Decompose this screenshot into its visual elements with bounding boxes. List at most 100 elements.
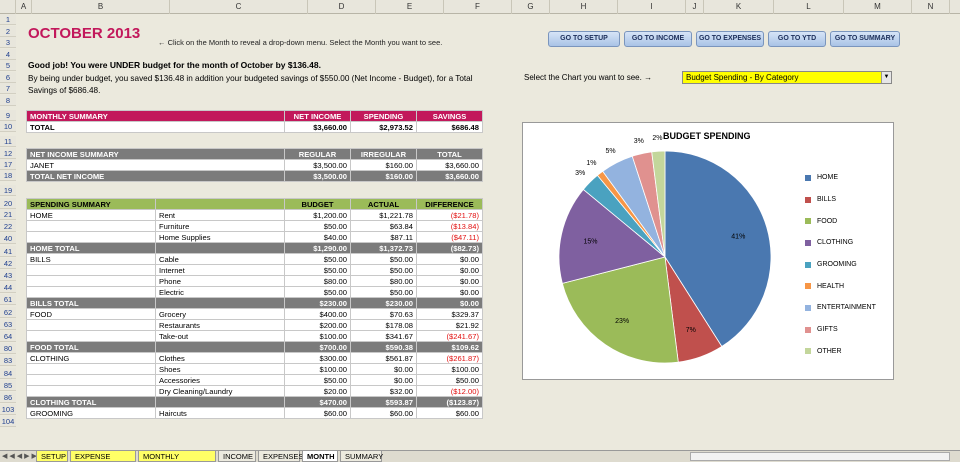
column-header-a[interactable]: A: [16, 0, 32, 14]
budget-cell[interactable]: $40.00: [284, 231, 351, 243]
budget-cell[interactable]: $200.00: [284, 319, 351, 331]
budget-cell[interactable]: $50.00: [284, 253, 351, 265]
actual-cell[interactable]: $50.00: [350, 286, 417, 298]
actual-cell[interactable]: $32.00: [350, 385, 417, 397]
actual-cell[interactable]: $1,372.73: [350, 242, 417, 254]
row-header-61[interactable]: 61: [0, 294, 16, 306]
row-header-86[interactable]: 86: [0, 392, 16, 403]
row-header-19[interactable]: 19: [0, 185, 16, 196]
item-cell[interactable]: Haircuts: [155, 407, 285, 419]
item-cell[interactable]: Accessories: [155, 374, 285, 386]
legend-item-food[interactable]: FOOD: [805, 210, 876, 232]
budget-cell[interactable]: $50.00: [284, 220, 351, 232]
row-header-64[interactable]: 64: [0, 331, 16, 342]
row-header-4[interactable]: 4: [0, 48, 16, 60]
column-header-h[interactable]: H: [550, 0, 618, 14]
go-to-expenses-button[interactable]: GO TO EXPENSES: [696, 31, 764, 47]
row-header-104[interactable]: 104: [0, 416, 16, 428]
column-header-n[interactable]: N: [912, 0, 950, 14]
item-cell[interactable]: Rent: [155, 209, 285, 221]
budget-cell[interactable]: $700.00: [284, 341, 351, 353]
item-cell[interactable]: Dry Cleaning/Laundry: [155, 385, 285, 397]
category-cell[interactable]: FOOD: [26, 308, 156, 320]
category-cell[interactable]: [26, 319, 156, 331]
sheet-tab-monthly-budgets[interactable]: MONTHLY BUDGETS: [138, 451, 216, 462]
actual-cell[interactable]: $593.87: [350, 396, 417, 408]
row-header-6[interactable]: 6: [0, 71, 16, 83]
category-cell[interactable]: [26, 330, 156, 342]
item-cell[interactable]: Cable: [155, 253, 285, 265]
actual-cell[interactable]: $230.00: [350, 297, 417, 309]
column-header-k[interactable]: K: [704, 0, 774, 14]
row-header-11[interactable]: 11: [0, 136, 16, 147]
sheet-tab-setup[interactable]: SETUP: [36, 451, 68, 462]
category-cell[interactable]: [26, 374, 156, 386]
row-header-44[interactable]: 44: [0, 282, 16, 294]
select-all-corner[interactable]: [0, 0, 16, 14]
sheet-tab-summary[interactable]: SUMMARY: [340, 451, 383, 462]
row-header-9[interactable]: 9: [0, 110, 16, 121]
difference-cell[interactable]: ($47.11): [416, 231, 483, 243]
item-cell[interactable]: Internet: [155, 264, 285, 276]
row-header-17[interactable]: 17: [0, 159, 16, 170]
row-header-62[interactable]: 62: [0, 306, 16, 318]
budget-cell[interactable]: $300.00: [284, 352, 351, 364]
difference-cell[interactable]: $50.00: [416, 374, 483, 386]
actual-cell[interactable]: $341.67: [350, 330, 417, 342]
budget-cell[interactable]: $1,200.00: [284, 209, 351, 221]
row-header-103[interactable]: 103: [0, 404, 16, 416]
row-header-3[interactable]: 3: [0, 37, 16, 48]
budget-cell[interactable]: $100.00: [284, 363, 351, 375]
page-title[interactable]: OCTOBER 2013: [28, 25, 140, 42]
budget-cell[interactable]: $50.00: [284, 264, 351, 276]
category-cell[interactable]: HOME: [26, 209, 156, 221]
category-cell[interactable]: [26, 220, 156, 232]
actual-cell[interactable]: $561.87: [350, 352, 417, 364]
budget-cell[interactable]: $20.00: [284, 385, 351, 397]
budget-cell[interactable]: $50.00: [284, 374, 351, 386]
item-cell[interactable]: Take-out: [155, 330, 285, 342]
actual-cell[interactable]: $0.00: [350, 374, 417, 386]
category-cell[interactable]: [26, 231, 156, 243]
actual-cell[interactable]: $50.00: [350, 264, 417, 276]
sheet-tab-month[interactable]: MONTH: [302, 451, 338, 462]
difference-cell[interactable]: ($13.84): [416, 220, 483, 232]
actual-cell[interactable]: $0.00: [350, 363, 417, 375]
legend-item-gifts[interactable]: GIFTS: [805, 319, 876, 341]
row-header-2[interactable]: 2: [0, 25, 16, 37]
row-header-21[interactable]: 21: [0, 209, 16, 220]
go-to-income-button[interactable]: GO TO INCOME: [624, 31, 692, 47]
item-cell[interactable]: Shoes: [155, 363, 285, 375]
row-header-7[interactable]: 7: [0, 83, 16, 94]
item-cell[interactable]: Home Supplies: [155, 231, 285, 243]
sheet-tab-expense-setup[interactable]: EXPENSE SETUP: [70, 451, 136, 462]
difference-cell[interactable]: ($123.87): [416, 396, 483, 408]
difference-cell[interactable]: $109.62: [416, 341, 483, 353]
item-cell[interactable]: Electric: [155, 286, 285, 298]
item-cell[interactable]: [155, 341, 285, 353]
item-cell[interactable]: [155, 297, 285, 309]
tab-scroll-arrows-icon[interactable]: ◀◀◀▶▶: [2, 452, 39, 460]
go-to-summary-button[interactable]: GO TO SUMMARY: [830, 31, 900, 47]
column-header-f[interactable]: F: [444, 0, 512, 14]
budget-cell[interactable]: $100.00: [284, 330, 351, 342]
row-header-42[interactable]: 42: [0, 257, 16, 269]
row-header-8[interactable]: 8: [0, 94, 16, 106]
category-cell[interactable]: BILLS TOTAL: [26, 297, 156, 309]
chevron-down-icon[interactable]: ▼: [881, 72, 891, 83]
actual-cell[interactable]: $1,221.78: [350, 209, 417, 221]
difference-cell[interactable]: $329.37: [416, 308, 483, 320]
legend-item-grooming[interactable]: GROOMING: [805, 254, 876, 276]
row-header-20[interactable]: 20: [0, 198, 16, 209]
category-cell[interactable]: [26, 363, 156, 375]
actual-cell[interactable]: $590.38: [350, 341, 417, 353]
row-header-12[interactable]: 12: [0, 148, 16, 159]
actual-cell[interactable]: $60.00: [350, 407, 417, 419]
legend-item-other[interactable]: OTHER: [805, 341, 876, 363]
row-header-18[interactable]: 18: [0, 170, 16, 181]
column-header-m[interactable]: M: [844, 0, 912, 14]
difference-cell[interactable]: $100.00: [416, 363, 483, 375]
row-header-80[interactable]: 80: [0, 343, 16, 355]
row-header-43[interactable]: 43: [0, 270, 16, 281]
difference-cell[interactable]: $0.00: [416, 286, 483, 298]
